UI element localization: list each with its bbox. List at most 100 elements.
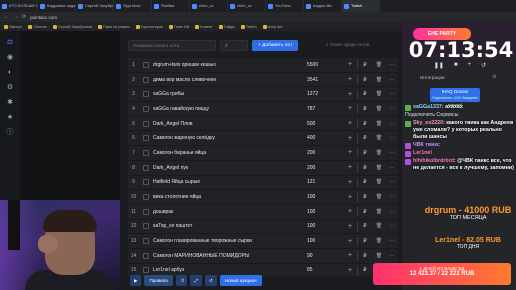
- lot-name[interactable]: Dark_Angel Плов: [153, 121, 307, 127]
- browser-tab[interactable]: YouTube: [266, 0, 304, 12]
- browser-tab[interactable]: Кадровые задачи: [38, 0, 76, 12]
- gavel-icon[interactable]: ⚖: [6, 39, 14, 47]
- lot-row[interactable]: 3 saGGa грибы 1272 + ₽ 🗑 ⋯: [128, 87, 398, 103]
- bookmark-item[interactable]: Пиво на развес: [98, 24, 130, 29]
- lot-amount-input[interactable]: ₽: [220, 39, 248, 51]
- lot-row[interactable]: 8 Dark_Angel лук 200 + ₽ 🗑 ⋯: [128, 160, 398, 176]
- add-amount-icon[interactable]: +: [343, 208, 357, 215]
- add-amount-icon[interactable]: +: [343, 179, 357, 186]
- add-amount-icon[interactable]: +: [343, 135, 357, 142]
- lot-amount[interactable]: 3541: [307, 77, 343, 83]
- lot-row[interactable]: 2 дима вор масло сливочное 3541 + ₽ 🗑 ⋯: [128, 72, 398, 88]
- lot-name[interactable]: дима вор масло сливочное: [153, 77, 307, 83]
- reset-icon[interactable]: ↺: [481, 62, 486, 69]
- trash-icon[interactable]: 🗑: [372, 62, 386, 68]
- drag-handle[interactable]: [143, 223, 149, 230]
- bookmark-item[interactable]: Клиент: [195, 24, 213, 29]
- lot-amount[interactable]: 85: [307, 267, 343, 273]
- lot-name[interactable]: Самогон МАРИНОВАННЫЕ ПОМИДОРЫ: [153, 253, 307, 259]
- browser-tab[interactable]: Сергей Зазубринов: [76, 0, 114, 12]
- lot-amount[interactable]: 787: [307, 106, 343, 112]
- more-icon[interactable]: ⋯: [386, 209, 398, 215]
- more-icon[interactable]: ⋯: [386, 238, 398, 244]
- drag-handle[interactable]: [143, 61, 149, 68]
- trash-icon[interactable]: 🗑: [372, 194, 386, 200]
- lot-row[interactable]: 7 Самогон бараньи яйца 200 + ₽ 🗑 ⋯: [128, 146, 398, 161]
- browser-tab[interactable]: Sign blow: [114, 0, 152, 12]
- address-bar[interactable]: ← → ⟳ pointauc.com: [0, 12, 516, 22]
- lot-row[interactable]: 11 доширак 100 + ₽ 🗑 ⋯: [128, 204, 398, 220]
- lot-amount[interactable]: 100: [307, 238, 343, 244]
- lot-row[interactable]: 13 Самогон глазированные творожные сырки 1…: [128, 234, 398, 249]
- trash-icon[interactable]: 🗑: [372, 121, 386, 127]
- add-amount-icon[interactable]: +: [343, 238, 357, 245]
- more-icon[interactable]: ⋯: [386, 150, 398, 156]
- add-lot-button[interactable]: + Добавить лот: [252, 39, 299, 51]
- browser-tab[interactable]: Twitch: [342, 0, 380, 12]
- more-icon[interactable]: ⋯: [386, 106, 398, 112]
- lot-row[interactable]: 12 saTop_ex паштет 100 + ₽ 🗑 ⋯: [128, 219, 398, 235]
- drag-handle[interactable]: [143, 179, 149, 186]
- drag-handle[interactable]: [143, 164, 149, 171]
- add-amount-icon[interactable]: +: [343, 149, 357, 156]
- more-icon[interactable]: ⋯: [386, 179, 398, 185]
- shuffle-icon[interactable]: ⤨: [175, 275, 188, 286]
- chat-icon[interactable]: ◉: [6, 54, 14, 62]
- trash-icon[interactable]: 🗑: [372, 253, 386, 259]
- lot-name[interactable]: Ler1nel арбуз: [153, 267, 307, 273]
- search-input[interactable]: ⌕ Поиск среди лотов: [322, 40, 398, 51]
- add-amount-icon[interactable]: +: [343, 120, 357, 127]
- browser-tab[interactable]: chim_cz: [228, 0, 266, 12]
- add-amount-icon[interactable]: +: [343, 105, 357, 112]
- drag-handle[interactable]: [143, 120, 149, 127]
- add-amount-icon[interactable]: +: [343, 267, 357, 274]
- points-icon[interactable]: ₽: [358, 179, 372, 185]
- points-icon[interactable]: ₽: [358, 165, 372, 171]
- more-icon[interactable]: ⋯: [386, 194, 398, 200]
- rules-button[interactable]: Правила: [144, 275, 173, 286]
- add-amount-icon[interactable]: +: [343, 223, 357, 230]
- trash-icon[interactable]: 🗑: [372, 77, 386, 83]
- more-icon[interactable]: ⋯: [386, 77, 398, 83]
- bookmark-item[interactable]: Импорт: [4, 24, 22, 29]
- points-icon[interactable]: ₽: [358, 121, 372, 127]
- lot-name-input[interactable]: Название нового лота: [128, 39, 216, 51]
- lot-name[interactable]: saTop_ex паштет: [153, 223, 307, 229]
- browser-tab[interactable]: сhim_cz: [190, 0, 228, 12]
- lot-name[interactable]: Самогон глазированные творожные сырки: [153, 238, 307, 244]
- more-icon[interactable]: ⋯: [386, 121, 398, 127]
- lot-amount[interactable]: 200: [307, 165, 343, 171]
- trash-icon[interactable]: 🗑: [372, 150, 386, 156]
- expand-icon[interactable]: ⤢: [190, 275, 202, 286]
- lot-name[interactable]: доширак: [153, 209, 307, 215]
- add-amount-icon[interactable]: +: [343, 194, 357, 201]
- bookmark-item[interactable]: Бухгалтерия: [136, 24, 163, 29]
- lot-amount[interactable]: 5500: [307, 62, 343, 68]
- trash-icon[interactable]: 🗑: [372, 135, 386, 141]
- bookmark-item[interactable]: Сергей Зазубринов: [52, 24, 92, 29]
- lot-row[interactable]: 1 drgrum+twix орешки кешью 5500 + ₽ 🗑 ⋯: [128, 58, 398, 73]
- bookmark-item[interactable]: Гайды: [218, 24, 235, 29]
- drag-handle[interactable]: [143, 252, 149, 259]
- lot-amount[interactable]: 121: [307, 179, 343, 185]
- points-icon[interactable]: ₽: [358, 106, 372, 112]
- lot-row[interactable]: 10 вика столетние яйца 100 + ₽ 🗑 ⋯: [128, 190, 398, 205]
- trash-icon[interactable]: 🗑: [372, 165, 386, 171]
- lot-name[interactable]: Самогон жареную селёдку: [153, 135, 307, 141]
- more-icon[interactable]: ⋯: [386, 223, 398, 229]
- drag-handle[interactable]: [143, 267, 149, 274]
- lot-name[interactable]: Самогон бараньи яйца: [153, 150, 307, 156]
- lot-amount[interactable]: 1272: [307, 91, 343, 97]
- lot-amount[interactable]: 90: [307, 253, 343, 259]
- lot-name[interactable]: saGGa гавайскую пиццу: [153, 106, 307, 112]
- lot-amount[interactable]: 400: [307, 135, 343, 141]
- add-amount-icon[interactable]: +: [343, 91, 357, 98]
- add-amount-icon[interactable]: +: [343, 164, 357, 171]
- lot-name[interactable]: Dark_Angel лук: [153, 165, 307, 171]
- play-icon[interactable]: ▶: [130, 275, 142, 286]
- lot-row[interactable]: 9 Hatfield Яйца сырые 121 + ₽ 🗑 ⋯: [128, 175, 398, 191]
- drag-handle[interactable]: [143, 76, 149, 83]
- trash-icon[interactable]: 🗑: [372, 91, 386, 97]
- star-icon[interactable]: ★: [6, 114, 14, 122]
- lot-amount[interactable]: 100: [307, 194, 343, 200]
